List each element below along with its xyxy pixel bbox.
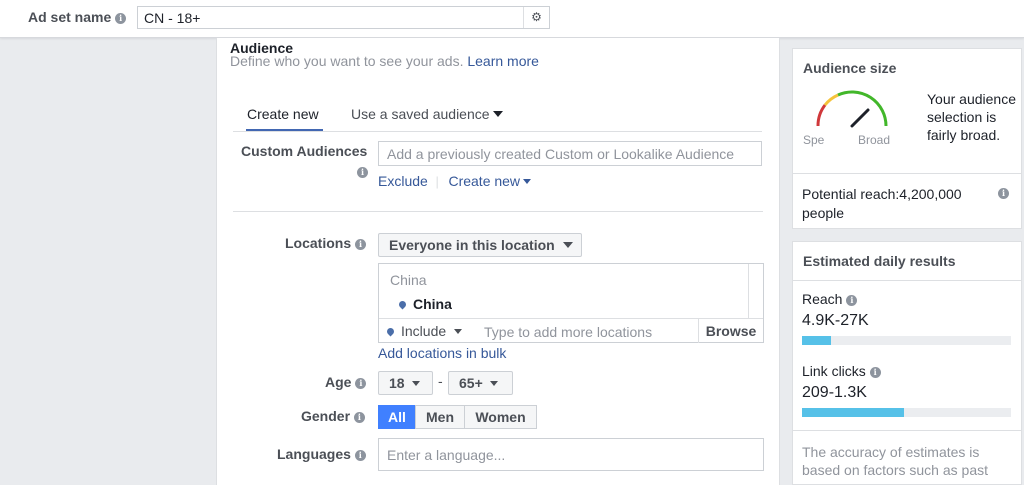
- custom-audience-placeholder: Add a previously created Custom or Looka…: [387, 146, 735, 162]
- adset-name-value[interactable]: CN - 18+: [144, 10, 200, 26]
- section-divider: [233, 211, 763, 212]
- top-bar: Ad set name i CN - 18+ ⚙: [0, 0, 1024, 38]
- age-min-value[interactable]: 18: [389, 375, 405, 391]
- gear-icon[interactable]: ⚙: [523, 7, 549, 28]
- caret-down-icon: [523, 179, 532, 184]
- locations-label-text: Locations: [285, 235, 352, 251]
- location-search-input[interactable]: Type to add more locations: [484, 324, 652, 340]
- age-max-select[interactable]: 65+: [448, 371, 513, 395]
- info-icon[interactable]: i: [353, 412, 365, 423]
- languages-label: Languages i: [277, 446, 366, 462]
- info-icon[interactable]: i: [354, 450, 366, 461]
- add-locations-bulk-link[interactable]: Add locations in bulk: [378, 345, 506, 361]
- location-add-row: Include Type to add more locations Brows…: [379, 318, 763, 343]
- tab-use-saved-audience[interactable]: Use a saved audience: [351, 106, 503, 122]
- action-divider: |: [435, 174, 439, 189]
- info-icon[interactable]: i: [846, 295, 858, 306]
- exclude-link[interactable]: Exclude: [378, 173, 428, 189]
- language-placeholder: Enter a language...: [387, 447, 506, 463]
- reach-bar-fill: [802, 336, 832, 345]
- audience-description: Your audience selection is fairly broad.: [927, 91, 1017, 143]
- include-dropdown[interactable]: Include: [385, 323, 463, 339]
- reach-label: Reach i: [802, 291, 858, 307]
- gender-label-text: Gender: [301, 408, 351, 424]
- reach-bar: [802, 336, 1011, 345]
- age-label-text: Age: [325, 374, 352, 390]
- location-type-dropdown[interactable]: Everyone in this location: [378, 233, 582, 257]
- create-new-link[interactable]: Create new: [448, 173, 520, 189]
- info-icon[interactable]: i: [355, 378, 367, 389]
- link-clicks-bar: [802, 408, 1011, 417]
- link-clicks-value: 209-1.3K: [802, 384, 867, 401]
- gauge-label-mask: [800, 149, 1014, 179]
- estimated-results-title: Estimated daily results: [803, 253, 956, 269]
- age-label: Age i: [325, 374, 367, 390]
- caret-down-icon: [562, 242, 573, 248]
- selected-location[interactable]: China: [397, 296, 452, 312]
- learn-more-link[interactable]: Learn more: [467, 53, 539, 69]
- languages-label-text: Languages: [277, 446, 351, 462]
- info-icon[interactable]: i: [998, 188, 1009, 199]
- age-min-select[interactable]: 18: [378, 371, 433, 395]
- custom-audiences-label-text: Custom Audiences: [241, 143, 368, 159]
- potential-reach: Potential reach:4,200,000 people: [802, 186, 962, 221]
- custom-audience-actions: Exclude | Create new: [378, 173, 532, 189]
- adset-name-input[interactable]: CN - 18+ ⚙: [137, 6, 550, 29]
- card-divider: [793, 173, 1021, 174]
- tab-use-saved-audience-label[interactable]: Use a saved audience: [351, 106, 490, 122]
- audience-subtitle: Define who you want to see your ads. Lea…: [230, 53, 539, 69]
- info-icon[interactable]: i: [115, 13, 127, 24]
- info-icon[interactable]: i: [355, 239, 367, 250]
- gauge-needle: [850, 108, 870, 128]
- custom-audience-input[interactable]: Add a previously created Custom or Looka…: [378, 141, 762, 166]
- accuracy-note: The accuracy of estimates is based on fa…: [802, 444, 988, 478]
- info-icon[interactable]: i: [869, 367, 881, 378]
- tab-create-new[interactable]: Create new: [246, 106, 323, 132]
- adset-name-label: Ad set name i: [28, 9, 127, 25]
- link-clicks-label-text: Link clicks: [802, 363, 866, 379]
- location-country-header: China: [390, 272, 427, 288]
- gauge-red-segment: [816, 104, 827, 127]
- locations-label: Locations i: [285, 235, 367, 251]
- caret-down-icon: [411, 381, 420, 386]
- reach-label-text: Reach: [802, 291, 843, 307]
- age-separator: -: [438, 373, 443, 389]
- location-scrollbar[interactable]: [748, 264, 763, 319]
- gender-all-button[interactable]: All: [378, 405, 416, 429]
- adset-name-label-text: Ad set name: [28, 9, 112, 25]
- caret-down-icon: [454, 329, 463, 334]
- reach-value: 4.9K-27K: [802, 312, 869, 329]
- location-pin-icon: [397, 299, 408, 310]
- audience-gauge: [816, 90, 888, 128]
- language-input[interactable]: Enter a language...: [378, 438, 764, 471]
- age-max-value[interactable]: 65+: [459, 375, 483, 391]
- gauge-broad-label: Broad: [858, 133, 891, 147]
- link-clicks-label: Link clicks i: [802, 363, 881, 379]
- audience-size-title: Audience size: [803, 60, 897, 76]
- link-clicks-bar-fill: [802, 408, 905, 417]
- gender-label: Gender i: [301, 408, 365, 424]
- selected-location-name: China: [413, 296, 452, 312]
- caret-down-icon: [489, 381, 498, 386]
- caret-down-icon: [492, 111, 503, 117]
- location-box: China China Include Type to add more loc…: [378, 263, 764, 343]
- gauge-yellow-segment: [823, 93, 839, 106]
- audience-panel: Audience Define who you want to see your…: [216, 38, 780, 485]
- tab-divider: [233, 131, 762, 132]
- location-type-value[interactable]: Everyone in this location: [389, 237, 555, 253]
- browse-button[interactable]: Browse: [698, 319, 763, 343]
- gauge-specific-label: Spe: [803, 133, 825, 147]
- gender-women-button[interactable]: Women: [464, 405, 537, 429]
- location-pin-icon: [385, 326, 396, 337]
- gauge-green-segment: [837, 90, 888, 127]
- audience-subtitle-text: Define who you want to see your ads.: [230, 53, 464, 69]
- card-divider: [793, 430, 1021, 431]
- gender-men-button[interactable]: Men: [415, 405, 465, 429]
- custom-audiences-label: Custom Audiences: [241, 143, 367, 159]
- include-label[interactable]: Include: [401, 323, 446, 339]
- card-divider: [793, 280, 1021, 281]
- info-icon[interactable]: i: [357, 167, 368, 178]
